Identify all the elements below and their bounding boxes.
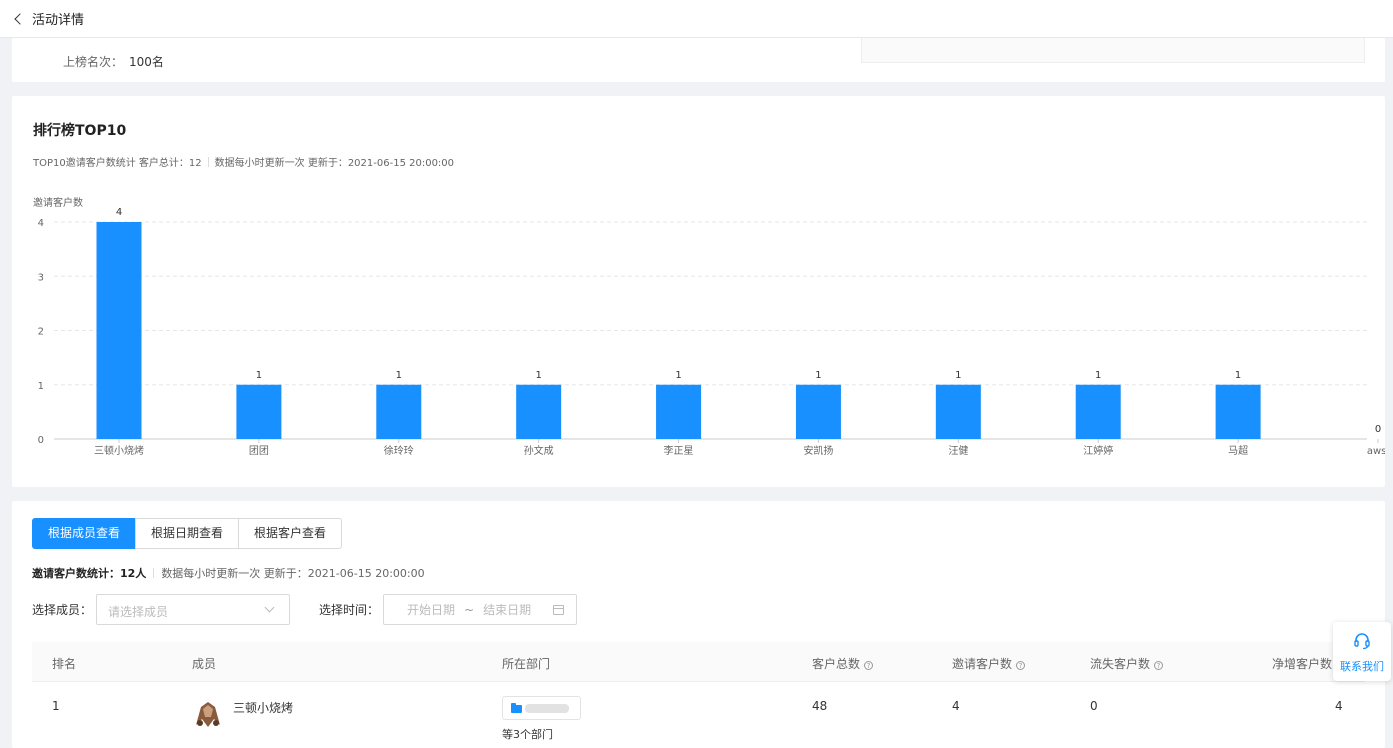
table-header: 排名 成员 所在部门 客户总数? 邀请客户数? 流失客户数? 净增客户数 (32, 642, 1365, 682)
help-icon[interactable]: ? (864, 661, 874, 670)
data-label: 1 (955, 370, 961, 381)
calendar-icon (553, 605, 565, 615)
data-label: 1 (256, 370, 262, 381)
x-tick-label: 徐玲玲 (384, 444, 414, 457)
bar (1075, 384, 1121, 439)
y-tick-label: 4 (38, 218, 44, 229)
bar (935, 384, 981, 439)
col-department: 所在部门 (502, 657, 551, 671)
x-tick-label: 三顿小烧烤 (94, 444, 144, 457)
date-separator: ~ (464, 602, 475, 617)
bar (376, 384, 422, 439)
member-filter-label: 选择成员： (32, 603, 93, 617)
bar (795, 384, 841, 439)
detail-card: 根据成员查看 根据日期查看 根据客户查看 邀请客户数统计：12人 数据每小时更新一… (12, 501, 1385, 748)
col-invited-customers: 邀请客户数? (952, 655, 1026, 672)
x-tick-label: 马超 (1228, 444, 1248, 457)
contact-us-button[interactable]: 联系我们 (1333, 622, 1391, 681)
department-tag[interactable] (502, 696, 581, 720)
help-icon[interactable]: ? (1016, 661, 1026, 670)
cell-total-customers: 48 (812, 699, 828, 713)
x-tick-label: 李正星 (664, 444, 694, 457)
x-tick-label: 江婷婷 (1083, 444, 1113, 457)
cell-lost-customers: 0 (1090, 699, 1098, 713)
chevron-down-icon (264, 602, 275, 613)
y-tick-label: 3 (38, 272, 44, 283)
rank-setting-value: 100名 (129, 55, 164, 69)
folder-icon (511, 703, 522, 713)
member-select[interactable]: 请选择成员 (96, 594, 291, 625)
cell-net-customers: 4 (1335, 699, 1343, 713)
col-rank: 排名 (52, 657, 77, 671)
bar (96, 222, 142, 439)
table-row: 1 三顿小烧烤 等3个部门 48 4 0 4 (32, 682, 1365, 748)
info-panel (861, 38, 1365, 63)
data-label: 1 (675, 370, 681, 381)
x-tick-label: 团团 (249, 445, 269, 457)
member-table: 排名 成员 所在部门 客户总数? 邀请客户数? 流失客户数? 净增客户数 1 三… (32, 642, 1365, 748)
date-range-picker[interactable]: 开始日期 ~ 结束日期 (383, 594, 578, 625)
page-title: 活动详情 (32, 13, 85, 28)
leaderboard-card: 排行榜TOP10 TOP10邀请客户数统计 客户总计：12 数据每小时更新一次 更… (12, 96, 1385, 487)
contact-us-label: 联系我们 (1340, 660, 1384, 673)
time-filter-label: 选择时间： (319, 603, 380, 617)
data-label: 0 (1375, 424, 1381, 435)
data-label: 1 (1095, 370, 1101, 381)
tab-by-member[interactable]: 根据成员查看 (32, 518, 137, 549)
col-lost-customers-label: 流失客户数 (1090, 657, 1151, 671)
rank-setting: 上榜名次： 100名 (63, 53, 164, 70)
x-tick-label: 孙文成 (524, 444, 554, 457)
data-label: 1 (1235, 370, 1241, 381)
back-button[interactable]: 活动详情 (12, 9, 84, 28)
col-total-customers-label: 客户总数 (812, 657, 861, 671)
x-tick-label: awsl (1367, 446, 1385, 457)
view-tabs: 根据成员查看 根据日期查看 根据客户查看 (32, 518, 343, 549)
data-label: 1 (396, 370, 402, 381)
tab-by-date[interactable]: 根据日期查看 (135, 518, 240, 549)
y-tick-label: 0 (38, 435, 44, 446)
col-invited-customers-label: 邀请客户数 (952, 657, 1013, 671)
cell-member-name: 三顿小烧烤 (233, 701, 294, 715)
data-label: 4 (116, 207, 122, 218)
bar (516, 384, 562, 439)
tab-by-customer[interactable]: 根据客户查看 (238, 518, 343, 549)
bar (236, 384, 282, 439)
bar (656, 384, 702, 439)
department-more: 等3个部门 (502, 728, 553, 741)
avatar (192, 697, 224, 729)
rank-setting-label: 上榜名次： (63, 55, 124, 69)
y-tick-label: 1 (38, 381, 44, 392)
start-date-input[interactable]: 开始日期 (407, 601, 455, 618)
col-member: 成员 (192, 657, 217, 671)
col-net-customers: 净增客户数 (1272, 657, 1333, 671)
end-date-input[interactable]: 结束日期 (483, 601, 531, 618)
help-icon[interactable]: ? (1154, 661, 1164, 670)
headset-icon (1354, 633, 1370, 650)
chevron-left-icon (14, 12, 26, 25)
col-lost-customers: 流失客户数? (1090, 655, 1164, 672)
cell-invited-customers: 4 (952, 699, 960, 713)
x-tick-label: 汪健 (948, 445, 968, 457)
invite-stats-update: 数据每小时更新一次 更新于：2021-06-15 20:00:00 (161, 567, 425, 580)
data-label: 1 (815, 370, 821, 381)
invite-stats: 邀请客户数统计：12人 数据每小时更新一次 更新于：2021-06-15 20:0… (32, 565, 425, 581)
data-label: 1 (535, 370, 541, 381)
department-name-redacted (525, 704, 569, 713)
leaderboard-bar-chart: 邀请客户数 0 1 2 3 4 4 三顿小烧烤 1 团团 1 徐玲玲 1 孙文成 1 李正星 1 安凯扬 1 汪健 1 江… (33, 196, 1385, 457)
invite-stats-total: 邀请客户数统计：12人 (32, 567, 147, 580)
y-axis-label: 邀请客户数 (33, 196, 83, 209)
cell-rank: 1 (52, 699, 60, 713)
top-bar: 活动详情 (0, 0, 1393, 38)
member-select-placeholder: 请选择成员 (108, 605, 169, 619)
divider (153, 568, 155, 578)
col-total-customers: 客户总数? (812, 655, 874, 672)
x-tick-label: 安凯扬 (803, 444, 833, 457)
filter-bar: 选择成员： 请选择成员 选择时间： 开始日期 ~ 结束日期 (32, 594, 578, 625)
y-tick-label: 2 (38, 327, 44, 338)
bar (1215, 384, 1261, 439)
activity-summary-card: 上榜名次： 100名 (12, 38, 1385, 82)
